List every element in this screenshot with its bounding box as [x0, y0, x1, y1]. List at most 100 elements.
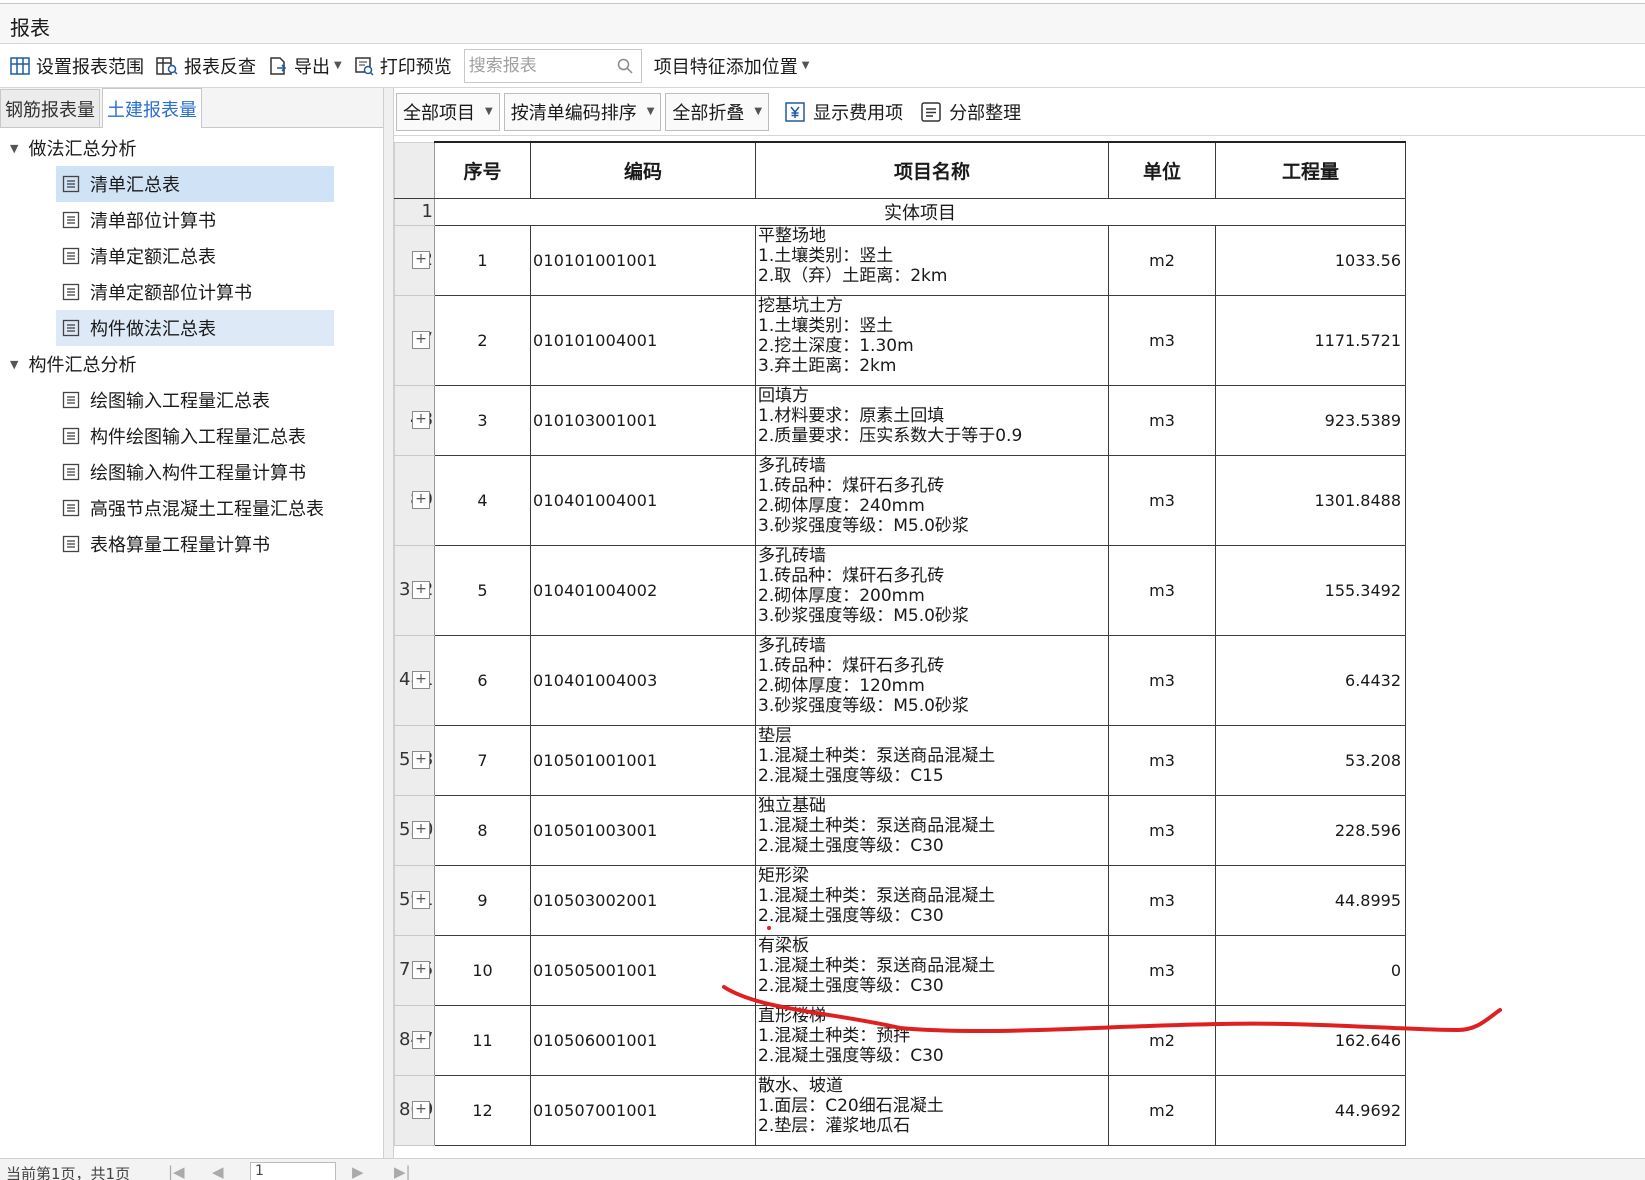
expand-plus-icon[interactable]: + — [412, 411, 430, 429]
header-name: 项目名称 — [755, 141, 1109, 199]
last-page-icon[interactable]: ▶| — [394, 1163, 411, 1180]
reverse-check-label: 报表反查 — [184, 56, 256, 78]
section-organize-button[interactable]: 分部整理 — [915, 93, 1027, 131]
section-organize-label: 分部整理 — [949, 102, 1022, 124]
expand-plus-icon[interactable]: + — [412, 251, 430, 269]
feature-position-dropdown[interactable]: 项目特征添加位置 ▼ — [648, 49, 816, 83]
cell-code: 010401004003 — [530, 634, 756, 726]
chevron-down-icon[interactable]: ▼ — [334, 60, 342, 71]
row-number: 481+ — [394, 634, 435, 726]
cell-unit: m3 — [1108, 934, 1216, 1006]
table-row[interactable]: 2+1010101001001平整场地1.土壤类别：竖土2.取（弃）土距离：2k… — [394, 224, 1406, 296]
tree-item-bill-quota-summary[interactable]: 清单定额汇总表 — [56, 238, 334, 274]
expand-plus-icon[interactable]: + — [412, 671, 430, 689]
tree-group-component-summary[interactable]: ▼ 构件汇总分析 — [0, 346, 383, 382]
tree-item-drawing-input-summary[interactable]: 绘图输入工程量汇总表 — [56, 382, 334, 418]
tab-civil-report[interactable]: 土建报表量 — [102, 88, 202, 128]
tree-item-table-calc[interactable]: 表格算量工程量计算书 — [56, 526, 334, 562]
report-search-input[interactable] — [464, 49, 605, 82]
export-button[interactable]: 导出 ▼ — [262, 49, 348, 83]
panel-splitter[interactable] — [384, 88, 394, 1158]
expand-plus-icon[interactable]: + — [412, 491, 430, 509]
tree-group-method-summary[interactable]: ▼ 做法汇总分析 — [0, 130, 383, 166]
name-line: 1.砖品种：煤矸石多孔砖 — [758, 655, 945, 676]
all-items-dropdown[interactable]: 全部项目 ▼ — [396, 92, 500, 131]
table-row[interactable]: 775+10010505001001有梁板1.混凝土种类：泵送商品混凝土2.混凝… — [394, 934, 1406, 1006]
expand-plus-icon[interactable]: + — [412, 961, 430, 979]
name-line: 1.砖品种：煤矸石多孔砖 — [758, 565, 945, 586]
table-row[interactable]: 7+2010101004001挖基坑土方1.土壤类别：竖土2.挖土深度：1.30… — [394, 294, 1406, 386]
name-line: 2.砌体厚度：120mm — [758, 675, 925, 696]
search-icon[interactable] — [617, 58, 633, 74]
tree-item-bill-part-calc[interactable]: 清单部位计算书 — [56, 202, 334, 238]
name-line: 多孔砖墙 — [758, 455, 826, 476]
cell-name: 独立基础 1.混凝土种类：泵送商品混凝土 2.混凝土强度等级：C30 — [755, 794, 1109, 866]
table-row[interactable]: 332+5010401004002多孔砖墙1.砖品种：煤矸石多孔砖2.砌体厚度：… — [394, 544, 1406, 636]
status-bar: 当前第1页，共1页 |◀ ◀ 1 ▶ ▶| — [0, 1158, 1645, 1180]
prev-page-icon[interactable]: ◀ — [212, 1163, 224, 1180]
show-fee-label: 显示费用项 — [813, 102, 904, 124]
expand-plus-icon[interactable]: + — [412, 891, 430, 909]
set-range-button[interactable]: 设置报表范围 — [4, 49, 150, 83]
cell-name: 挖基坑土方 1.土壤类别：竖土 2.挖土深度：1.30m 3.弃土距离：2km — [755, 294, 1109, 386]
expand-plus-icon[interactable]: + — [412, 1031, 430, 1049]
cell-seq: 3 — [434, 384, 531, 456]
fold-dropdown[interactable]: 全部折叠 ▼ — [665, 92, 770, 131]
bill-summary-table: 序号 编码 项目名称 单位 工程量 1 实体项目 2+1010101001001… — [394, 141, 1406, 1146]
tab-rebar-report[interactable]: 钢筋报表量 — [0, 89, 100, 127]
table-row[interactable]: 89+4010401004001多孔砖墙1.砖品种：煤矸石多孔砖2.砌体厚度：2… — [394, 454, 1406, 546]
cell-code: 010507001001 — [530, 1074, 756, 1146]
expand-plus-icon[interactable]: + — [412, 581, 430, 599]
tree-item-label: 清单定额部位计算书 — [90, 283, 252, 304]
tree-item-high-strength-node-summary[interactable]: 高强节点混凝土工程量汇总表 — [56, 490, 334, 526]
next-page-icon[interactable]: ▶ — [352, 1163, 364, 1180]
table-row[interactable]: 591+9010503002001矩形梁1.混凝土种类：泵送商品混凝土2.混凝土… — [394, 864, 1406, 936]
name-line: 1.面层：C20细石混凝土 — [758, 1095, 944, 1116]
print-preview-button[interactable]: 打印预览 — [348, 49, 458, 83]
expand-plus-icon[interactable]: + — [412, 751, 430, 769]
expand-plus-icon[interactable]: + — [412, 1101, 430, 1119]
print-preview-icon — [354, 56, 374, 76]
name-line: 2.混凝土强度等级：C30 — [758, 1045, 944, 1066]
all-items-label: 全部项目 — [403, 102, 475, 124]
table-search-icon — [156, 56, 178, 75]
tree-item-drawing-component-calc[interactable]: 绘图输入构件工程量计算书 — [56, 454, 334, 490]
cell-qty: 0 — [1215, 934, 1406, 1006]
page-info: 当前第1页，共1页 — [6, 1165, 131, 1180]
expand-arrow-icon[interactable]: ▼ — [10, 142, 18, 155]
section-row: 1 实体项目 — [394, 197, 1406, 226]
cell-unit: m3 — [1108, 634, 1216, 726]
export-icon — [270, 56, 287, 75]
show-fee-button[interactable]: 显示费用项 — [779, 93, 909, 131]
reverse-check-button[interactable]: 报表反查 — [150, 49, 262, 83]
sort-dropdown[interactable]: 按清单编码排序 ▼ — [503, 92, 662, 131]
tree-item-bill-summary[interactable]: 清单汇总表 — [56, 166, 334, 202]
table-row[interactable]: 513+7010501001001垫层1.混凝土种类：泵送商品混凝土2.混凝土强… — [394, 724, 1406, 796]
expand-plus-icon[interactable]: + — [412, 331, 430, 349]
report-doc-icon — [62, 319, 80, 337]
table-row[interactable]: 48+3010103001001回填方1.材料要求：原素土回填2.质量要求：压实… — [394, 384, 1406, 456]
tree-item-bill-quota-part-calc[interactable]: 清单定额部位计算书 — [56, 274, 334, 310]
first-page-icon[interactable]: |◀ — [168, 1163, 185, 1180]
name-line: 3.砂浆强度等级：M5.0砂浆 — [758, 605, 969, 626]
row-number-header — [394, 141, 435, 199]
name-line: 2.垫层：灌浆地瓜石 — [758, 1115, 911, 1136]
expand-arrow-icon[interactable]: ▼ — [10, 358, 18, 371]
name-line: 3.砂浆强度等级：M5.0砂浆 — [758, 515, 969, 536]
row-number: 48+ — [394, 384, 435, 456]
panel-title: 报表 — [10, 16, 50, 40]
tree-item-component-method-summary[interactable]: 构件做法汇总表 — [56, 310, 334, 346]
page-number-input[interactable]: 1 — [250, 1162, 336, 1180]
expand-plus-icon[interactable]: + — [412, 821, 430, 839]
table-row[interactable]: 847+11010506001001直形楼梯1.混凝土种类：预拌2.混凝土强度等… — [394, 1004, 1406, 1076]
cell-unit: m3 — [1108, 864, 1216, 936]
cell-qty: 6.4432 — [1215, 634, 1406, 726]
table-row[interactable]: 550+8010501003001独立基础1.混凝土种类：泵送商品混凝土2.混凝… — [394, 794, 1406, 866]
name-line: 多孔砖墙 — [758, 635, 826, 656]
table-row[interactable]: 869+12010507001001散水、坡道1.面层：C20细石混凝土2.垫层… — [394, 1074, 1406, 1146]
name-line: 1.混凝土种类：泵送商品混凝土 — [758, 885, 996, 906]
table-row[interactable]: 481+6010401004003多孔砖墙1.砖品种：煤矸石多孔砖2.砌体厚度：… — [394, 634, 1406, 726]
tree-item-component-drawing-summary[interactable]: 构件绘图输入工程量汇总表 — [56, 418, 334, 454]
tree-item-label: 表格算量工程量计算书 — [90, 535, 270, 556]
chevron-down-icon: ▼ — [485, 106, 493, 117]
